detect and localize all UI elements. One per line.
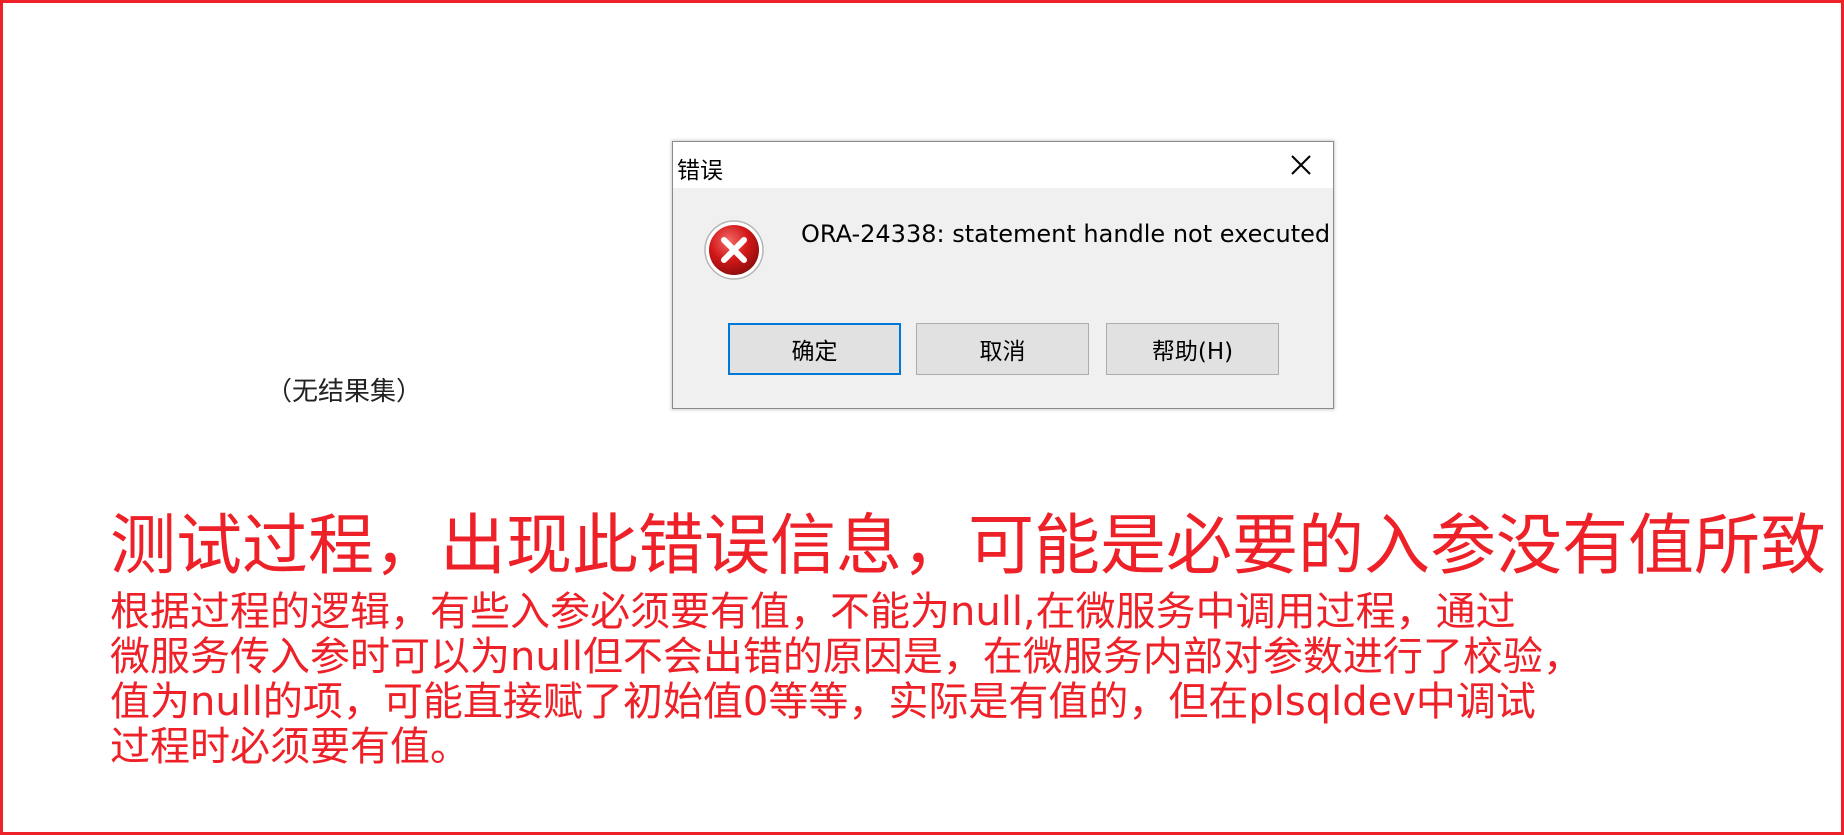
dialog-title: 错误 [677,158,723,184]
error-dialog: 错误 ORA-24338: statement handle not execu… [672,141,1334,409]
error-message: ORA-24338: statement handle not executed [801,220,1331,248]
close-button[interactable] [1269,142,1333,188]
annotation-headline: 测试过程，出现此错误信息，可能是必要的入参没有值所致 [110,507,1826,584]
ok-button[interactable]: 确定 [728,323,901,375]
annotation-note: 根据过程的逻辑，有些入参必须要有值，不能为null,在微服务中调用过程，通过 微… [110,590,1583,770]
help-button[interactable]: 帮助(H) [1106,323,1279,375]
annotation-line: 根据过程的逻辑，有些入参必须要有值，不能为null,在微服务中调用过程，通过 [110,589,1516,635]
cancel-button[interactable]: 取消 [916,323,1089,375]
annotation-line: 微服务传入参时可以为null但不会出错的原因是，在微服务内部对参数进行了校验， [110,634,1583,680]
annotation-line: 过程时必须要有值。 [110,724,470,770]
dialog-titlebar[interactable]: 错误 [673,142,1333,188]
annotation-line: 值为null的项，可能直接赋了初始值0等等，实际是有值的，但在plsqldev中… [110,679,1536,725]
error-icon [704,220,764,280]
no-result-label: （无结果集） [266,377,423,407]
close-icon [1291,155,1311,175]
